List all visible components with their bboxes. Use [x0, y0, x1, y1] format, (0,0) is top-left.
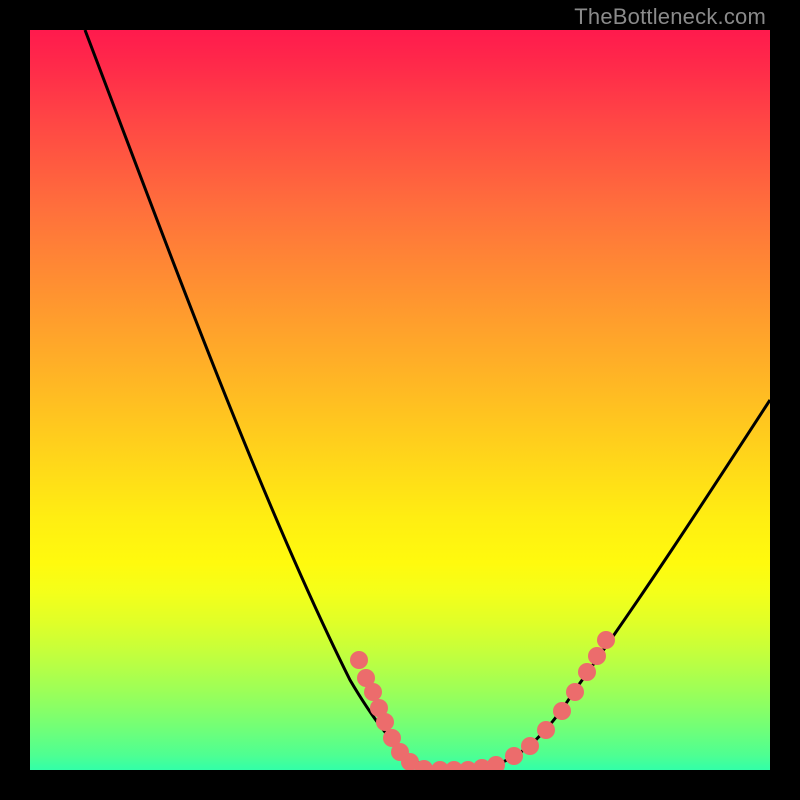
data-points [350, 631, 615, 770]
data-point [364, 683, 382, 701]
curve-layer [30, 30, 770, 770]
watermark-text: TheBottleneck.com [574, 4, 766, 30]
data-point [553, 702, 571, 720]
data-point [350, 651, 368, 669]
data-point [588, 647, 606, 665]
data-point [578, 663, 596, 681]
chart-frame: TheBottleneck.com [0, 0, 800, 800]
data-point [521, 737, 539, 755]
data-point [537, 721, 555, 739]
data-point [566, 683, 584, 701]
data-point [487, 756, 505, 770]
data-point [376, 713, 394, 731]
bottleneck-curve [85, 30, 770, 770]
plot-area [30, 30, 770, 770]
data-point [505, 747, 523, 765]
data-point [597, 631, 615, 649]
